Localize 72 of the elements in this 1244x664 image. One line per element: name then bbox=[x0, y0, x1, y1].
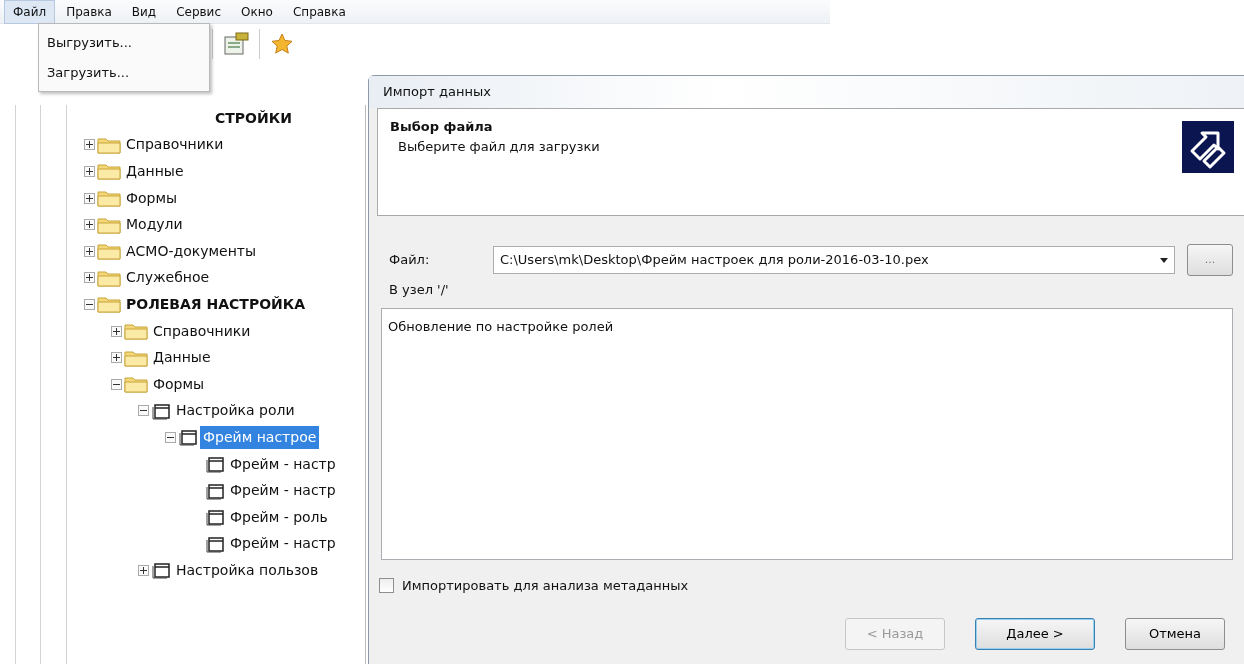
card-icon[interactable] bbox=[223, 32, 249, 56]
form-icon bbox=[205, 481, 225, 500]
form-icon bbox=[178, 428, 198, 447]
checkbox-label: Импортировать для анализа метаданных bbox=[402, 576, 689, 595]
form-icon bbox=[205, 455, 225, 473]
star-icon[interactable] bbox=[270, 32, 294, 56]
browse-button[interactable]: ... bbox=[1187, 244, 1233, 276]
folder-icon bbox=[124, 348, 148, 367]
tree-item[interactable]: Справочники bbox=[150, 319, 254, 343]
menu-item[interactable]: Загрузить... bbox=[39, 57, 209, 87]
tree-item[interactable]: Фрейм - роль bbox=[227, 505, 331, 529]
expander-icon[interactable] bbox=[165, 431, 176, 443]
folder-icon bbox=[124, 375, 148, 394]
folder-icon bbox=[97, 215, 121, 234]
comment-field[interactable]: Обновление по настройке ролей bbox=[381, 307, 1233, 560]
dialog-button[interactable]: Отмена bbox=[1125, 618, 1225, 650]
menu-item[interactable]: Вид bbox=[122, 0, 166, 24]
menu-item[interactable]: Сервис bbox=[167, 0, 230, 24]
menu-item[interactable]: Файл bbox=[4, 0, 56, 24]
folder-icon bbox=[97, 162, 121, 181]
tree-item[interactable]: СТРОЙКИ bbox=[212, 106, 295, 130]
file-combo-box[interactable]: C:\Users\mk\Desktop\Фрейм настроек для роли-2016-03-10.pex bbox=[493, 246, 1175, 274]
expander-icon[interactable] bbox=[138, 405, 149, 417]
folder-icon bbox=[97, 135, 121, 154]
form-icon bbox=[205, 534, 225, 553]
tree-item[interactable]: Справочники bbox=[123, 133, 227, 157]
expander-icon[interactable] bbox=[84, 139, 95, 151]
expander-icon[interactable] bbox=[84, 219, 95, 231]
expander-icon[interactable] bbox=[111, 352, 122, 364]
form-icon bbox=[151, 561, 171, 580]
form-icon bbox=[151, 401, 171, 420]
import-arrows-icon bbox=[1182, 121, 1234, 173]
metadata-checkbox[interactable] bbox=[379, 577, 394, 593]
caret-icon[interactable] bbox=[1160, 257, 1168, 263]
menu-item[interactable]: Справка bbox=[283, 0, 355, 24]
file-label: Файл: bbox=[389, 251, 431, 270]
tree-item[interactable]: Настройка пользов bbox=[173, 558, 322, 582]
expander-icon[interactable] bbox=[111, 325, 122, 337]
tree-item[interactable]: РОЛЕВАЯ НАСТРОЙКА bbox=[123, 292, 309, 316]
tree-item[interactable]: Фрейм - настр bbox=[227, 452, 339, 476]
menu-item[interactable]: Окно bbox=[232, 0, 282, 24]
expander-icon[interactable] bbox=[84, 245, 95, 257]
expander-icon[interactable] bbox=[138, 564, 149, 576]
tree-item[interactable]: Фрейм - настр bbox=[227, 532, 339, 556]
folder-icon bbox=[97, 295, 121, 314]
menu-item[interactable]: Выгрузить... bbox=[39, 28, 209, 58]
tree-item[interactable]: Фрейм настрое bbox=[200, 425, 320, 449]
expander-icon[interactable] bbox=[84, 166, 95, 177]
expander-icon[interactable] bbox=[84, 192, 95, 204]
expander-icon[interactable] bbox=[84, 298, 95, 310]
tree-item[interactable]: АСМО-документы bbox=[123, 239, 260, 263]
tree-item[interactable]: Фрейм - настр bbox=[227, 479, 339, 503]
tree-item[interactable]: Формы bbox=[150, 372, 208, 396]
expander-icon[interactable] bbox=[84, 272, 95, 284]
tree-item[interactable]: Настройка роли bbox=[173, 399, 298, 423]
tree-item[interactable]: Данные bbox=[123, 160, 187, 183]
step-title: Выбор файла bbox=[390, 118, 494, 136]
folder-icon bbox=[97, 268, 121, 287]
tree-item[interactable]: Данные bbox=[150, 346, 214, 370]
tree-item[interactable]: Формы bbox=[123, 186, 181, 210]
form-icon bbox=[205, 508, 225, 527]
window-title: Импорт данных bbox=[369, 76, 1244, 108]
tree-item[interactable]: Модули bbox=[123, 213, 186, 237]
step-description: Выберите файл для загрузки bbox=[397, 137, 600, 156]
folder-icon bbox=[124, 322, 148, 341]
menu-item[interactable]: Правка bbox=[57, 0, 121, 24]
expander-icon[interactable] bbox=[111, 378, 122, 390]
folder-icon bbox=[97, 189, 121, 208]
tree-item[interactable]: Служебное bbox=[123, 266, 213, 290]
folder-icon bbox=[97, 242, 121, 261]
node-label: В узел '/' bbox=[389, 281, 450, 299]
dialog-button[interactable]: Далее > bbox=[975, 618, 1095, 650]
